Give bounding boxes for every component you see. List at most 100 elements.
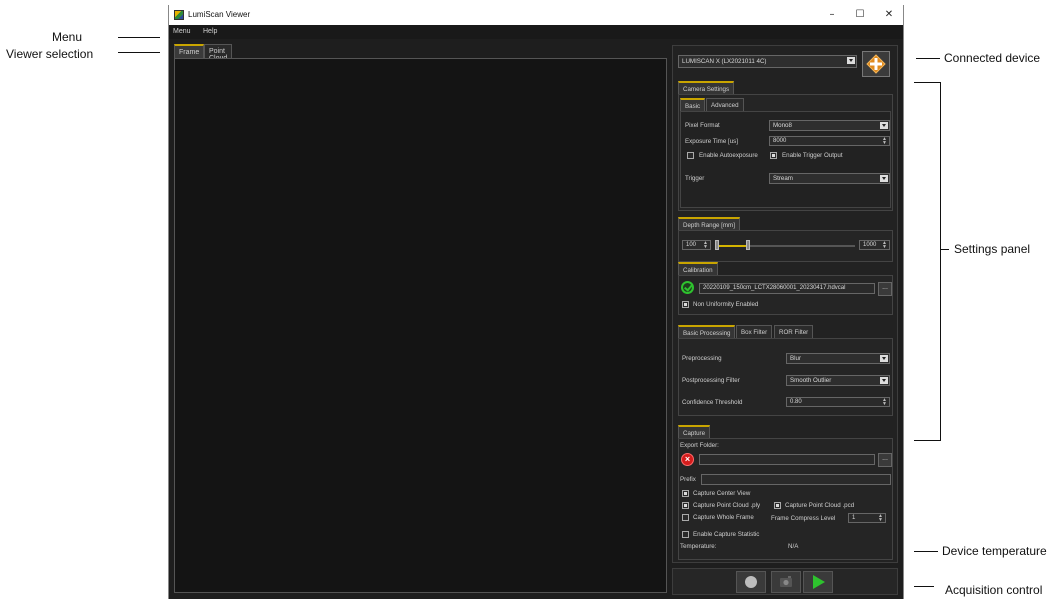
trigger-value: Stream (773, 175, 793, 182)
capture-statistic-checkbox[interactable] (682, 531, 689, 538)
compress-level-label: Frame Compress Level (771, 515, 836, 522)
spin-arrows-icon: ▲ ▼ (882, 136, 887, 146)
capture-group: Export Folder: × ... Prefix Capture Cent… (678, 438, 893, 560)
connect-icon (866, 54, 886, 74)
capture-tab[interactable]: Capture (678, 425, 711, 438)
postprocessing-label: Postprocessing Filter (682, 377, 740, 384)
temperature-label: Temperature: (680, 543, 717, 550)
tab-frame[interactable]: Frame (174, 44, 205, 58)
preprocessing-value: Blur (790, 355, 802, 362)
settings-panel: LUMISCAN X (LX2021011 4C) Camera Setting… (672, 45, 898, 563)
camera-basic-pane: Pixel Format Mono8 Exposure Time [us] 80… (680, 111, 891, 208)
depth-max-input[interactable]: 1000 ▲ ▼ (859, 240, 890, 250)
annotation-line-connected-device (916, 58, 940, 59)
tab-point-cloud[interactable]: Point Cloud (204, 44, 233, 62)
depth-range-group: 100 ▲ ▼ 1000 ▲ ▼ (678, 230, 893, 262)
annotation-viewer-selection: Viewer selection (6, 47, 94, 61)
play-button[interactable] (803, 571, 833, 593)
slider-range-fill (715, 245, 746, 247)
non-uniformity-checkbox[interactable] (682, 301, 689, 308)
spin-arrows-icon: ▲ ▼ (882, 397, 887, 407)
maximize-button[interactable]: ☐ (853, 8, 867, 22)
confidence-value: 0.80 (790, 399, 802, 405)
camera-settings-group: Basic Advanced Pixel Format Mono8 Exposu… (678, 94, 893, 211)
chevron-down-icon (880, 355, 888, 362)
calibration-file-value: 20220109_150cm_LCTX28060001_20230417.hdv… (703, 285, 846, 291)
chevron-down-icon (880, 377, 888, 384)
device-select[interactable]: LUMISCAN X (LX2021011 4C) (678, 55, 857, 68)
chevron-down-icon (880, 122, 888, 129)
menu-item-help[interactable]: Help (203, 28, 217, 35)
camera-settings-tab[interactable]: Camera Settings (678, 81, 735, 94)
tab-box-filter[interactable]: Box Filter (736, 325, 773, 338)
tab-basic-processing[interactable]: Basic Processing (678, 325, 736, 338)
compress-level-input[interactable]: 1 ▲ ▼ (848, 513, 886, 523)
tab-ror-filter[interactable]: ROR Filter (774, 325, 814, 338)
pcd-checkbox[interactable] (774, 502, 781, 509)
depth-min-value: 100 (686, 242, 697, 248)
trigger-output-label: Enable Trigger Output (782, 152, 843, 159)
annotation-line-settings (941, 249, 949, 250)
autoexposure-checkbox[interactable] (687, 152, 694, 159)
prefix-field[interactable] (701, 474, 891, 485)
export-folder-field[interactable] (699, 454, 875, 465)
window-title: LumiScan Viewer (188, 10, 251, 19)
non-uniformity-label: Non Uniformity Enabled (693, 301, 759, 308)
processing-group: Preprocessing Blur Postprocessing Filter… (678, 338, 893, 416)
app-window: LumiScan Viewer – ☐ ✕ Menu Help Frame Po… (168, 5, 904, 599)
autoexposure-label: Enable Autoexposure (699, 152, 758, 159)
menu-item-menu[interactable]: Menu (173, 28, 191, 35)
close-button[interactable]: ✕ (882, 8, 896, 22)
slider-min-handle[interactable] (715, 240, 719, 250)
tab-advanced[interactable]: Advanced (706, 98, 744, 111)
depth-min-input[interactable]: 100 ▲ ▼ (682, 240, 711, 250)
chevron-down-icon (880, 175, 888, 182)
calibration-group: 20220109_150cm_LCTX28060001_20230417.hdv… (678, 275, 893, 315)
pcd-label: Capture Point Cloud .pcd (785, 502, 855, 509)
trigger-label: Trigger (685, 175, 705, 182)
calibration-file-field[interactable]: 20220109_150cm_LCTX28060001_20230417.hdv… (699, 283, 875, 294)
depth-range-tab[interactable]: Depth Range [mm] (678, 217, 740, 230)
trigger-select[interactable]: Stream (769, 173, 890, 184)
whole-frame-checkbox[interactable] (682, 514, 689, 521)
annotation-line-menu (118, 37, 160, 38)
annotation-bracket-settings (914, 82, 941, 441)
pixel-format-select[interactable]: Mono8 (769, 120, 890, 131)
trigger-output-checkbox[interactable] (770, 152, 777, 159)
spin-arrows-icon: ▲ ▼ (703, 240, 708, 250)
preprocessing-label: Preprocessing (682, 355, 722, 362)
prefix-label: Prefix (680, 476, 696, 483)
confidence-input[interactable]: 0.80 ▲ ▼ (786, 397, 890, 407)
exposure-time-input[interactable]: 8000 ▲ ▼ (769, 136, 890, 146)
ply-checkbox[interactable] (682, 502, 689, 509)
calibration-ok-icon (681, 281, 694, 294)
record-button[interactable] (736, 571, 766, 593)
center-view-checkbox[interactable] (682, 490, 689, 497)
tab-basic[interactable]: Basic (680, 98, 706, 111)
title-bar: LumiScan Viewer – ☐ ✕ (169, 5, 903, 25)
menu-bar: Menu Help (169, 25, 903, 39)
export-folder-label: Export Folder: (680, 442, 719, 449)
preprocessing-select[interactable]: Blur (786, 353, 890, 364)
acquisition-bar (672, 568, 898, 595)
capture-statistic-label: Enable Capture Statistic (693, 531, 760, 538)
calibration-browse-button[interactable]: ... (878, 282, 892, 296)
depth-range-slider[interactable] (715, 240, 855, 252)
annotation-acquisition-control: Acquisition control (945, 583, 1043, 597)
spin-arrows-icon: ▲ ▼ (878, 513, 883, 523)
exposure-time-label: Exposure Time [us] (685, 138, 738, 145)
whole-frame-label: Capture Whole Frame (693, 514, 754, 521)
calibration-tab[interactable]: Calibration (678, 262, 718, 275)
minimize-button[interactable]: – (825, 8, 839, 22)
temperature-value: N/A (788, 543, 799, 550)
export-browse-button[interactable]: ... (878, 453, 892, 467)
annotation-line-acquisition (914, 586, 934, 587)
exposure-time-value: 8000 (773, 138, 787, 144)
snapshot-button[interactable] (771, 571, 801, 593)
postprocessing-select[interactable]: Smooth Outlier (786, 375, 890, 386)
confidence-label: Confidence Threshold (682, 399, 743, 406)
frame-viewer[interactable] (174, 58, 667, 593)
play-icon (813, 575, 825, 589)
slider-max-handle[interactable] (746, 240, 750, 250)
connect-button[interactable] (862, 51, 890, 77)
